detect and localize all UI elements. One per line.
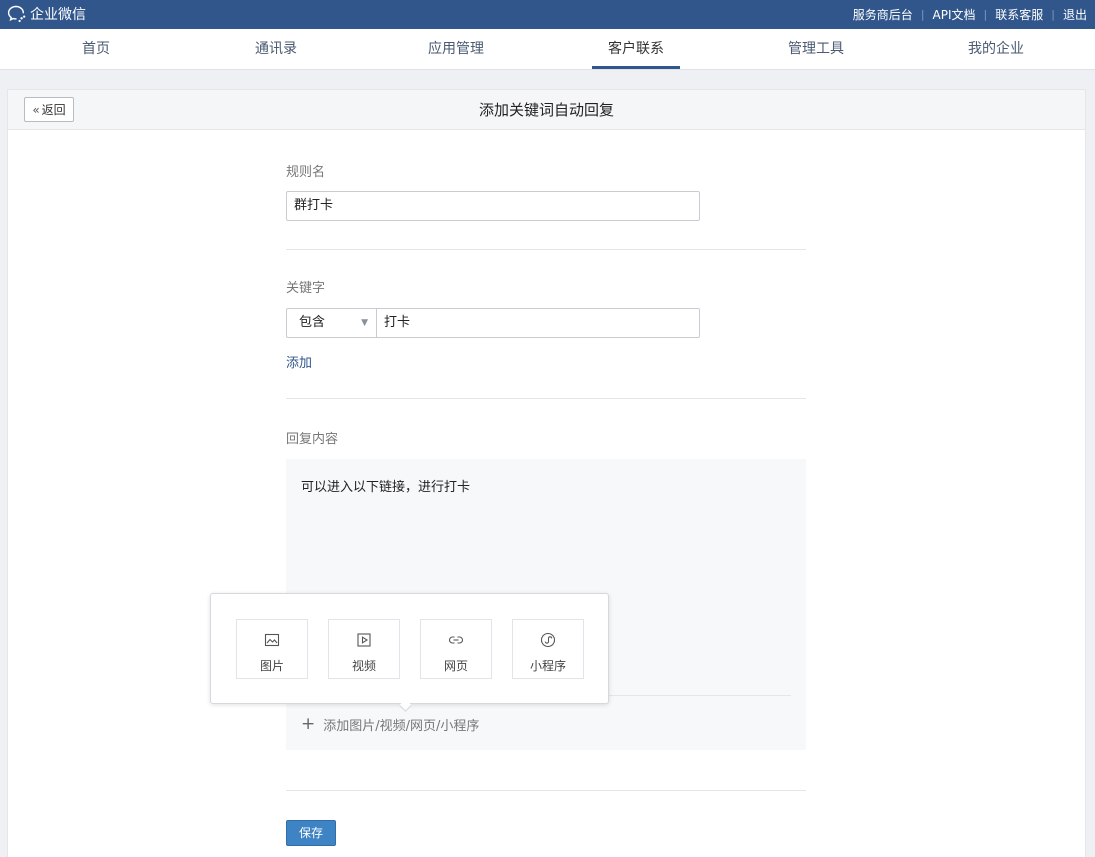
separator: |	[1051, 8, 1055, 21]
attach-video-label: 视频	[351, 659, 376, 673]
nav-home[interactable]: 首页	[6, 29, 186, 69]
back-button-label: 返回	[41, 103, 66, 117]
keyword-row: 包含 ▼ 打卡	[286, 308, 700, 338]
caret-down-icon: ▼	[361, 318, 368, 328]
reply-text[interactable]: 可以进入以下链接，进行打卡	[301, 476, 470, 495]
api-docs-link[interactable]: API文档	[933, 6, 976, 23]
attach-miniprogram-label: 小程序	[529, 659, 566, 673]
contact-support-link[interactable]: 联系客服	[995, 6, 1043, 23]
plus-icon: +	[301, 714, 316, 734]
image-icon	[264, 633, 280, 647]
main-nav: 首页 通讯录 应用管理 客户联系 管理工具 我的企业	[0, 29, 1095, 70]
nav-customer-contact[interactable]: 客户联系	[546, 29, 726, 69]
nav-management-tools[interactable]: 管理工具	[726, 29, 906, 69]
logout-link[interactable]: 退出	[1063, 6, 1087, 23]
wecom-logo-icon	[7, 5, 26, 23]
keyword-match-value: 包含	[299, 315, 326, 330]
save-button[interactable]: 保存	[286, 820, 336, 846]
logo-text: 企业微信	[30, 7, 86, 23]
add-keyword-link[interactable]: 添加	[286, 352, 312, 371]
divider	[286, 249, 806, 250]
attach-webpage-button[interactable]: 网页	[420, 619, 492, 679]
top-links: 服务商后台 | API文档 | 联系客服 | 退出	[853, 6, 1087, 23]
add-attachment-label: 添加图片/视频/网页/小程序	[323, 719, 480, 734]
keyword-match-select[interactable]: 包含 ▼	[287, 309, 377, 337]
content-card: 添加关键词自动回复 « 返回 规则名 群打卡 关键字 包含 ▼ 打卡 添加 回复…	[7, 89, 1086, 857]
add-attachment-button[interactable]: + 添加图片/视频/网页/小程序	[301, 714, 480, 735]
card-header: 添加关键词自动回复 « 返回	[8, 90, 1085, 130]
keyword-input[interactable]: 打卡	[377, 309, 699, 337]
double-chevron-left-icon: «	[32, 102, 40, 117]
divider	[286, 398, 806, 399]
video-icon	[357, 633, 371, 647]
separator: |	[983, 8, 988, 21]
back-button[interactable]: « 返回	[24, 97, 74, 122]
service-provider-link[interactable]: 服务商后台	[853, 6, 913, 23]
rule-name-label: 规则名	[286, 165, 326, 180]
reply-content-label: 回复内容	[286, 432, 339, 447]
divider	[286, 790, 806, 791]
attach-video-button[interactable]: 视频	[328, 619, 400, 679]
attachment-type-popover: 图片 视频 网页 小程序	[210, 593, 609, 712]
separator: |	[920, 8, 925, 21]
logo[interactable]: 企业微信	[7, 4, 86, 24]
nav-my-company[interactable]: 我的企业	[906, 29, 1086, 69]
rule-name-input[interactable]: 群打卡	[286, 191, 700, 221]
miniprogram-icon	[540, 632, 556, 648]
nav-contacts[interactable]: 通讯录	[186, 29, 366, 69]
link-icon	[449, 636, 463, 644]
nav-app-management[interactable]: 应用管理	[366, 29, 546, 69]
top-bar: 企业微信 服务商后台 | API文档 | 联系客服 | 退出	[0, 0, 1095, 29]
attach-webpage-label: 网页	[443, 659, 468, 673]
keyword-label: 关键字	[286, 281, 326, 296]
attach-image-label: 图片	[259, 659, 284, 673]
attach-image-button[interactable]: 图片	[236, 619, 308, 679]
page-title: 添加关键词自动回复	[478, 101, 614, 119]
attach-miniprogram-button[interactable]: 小程序	[512, 619, 584, 679]
